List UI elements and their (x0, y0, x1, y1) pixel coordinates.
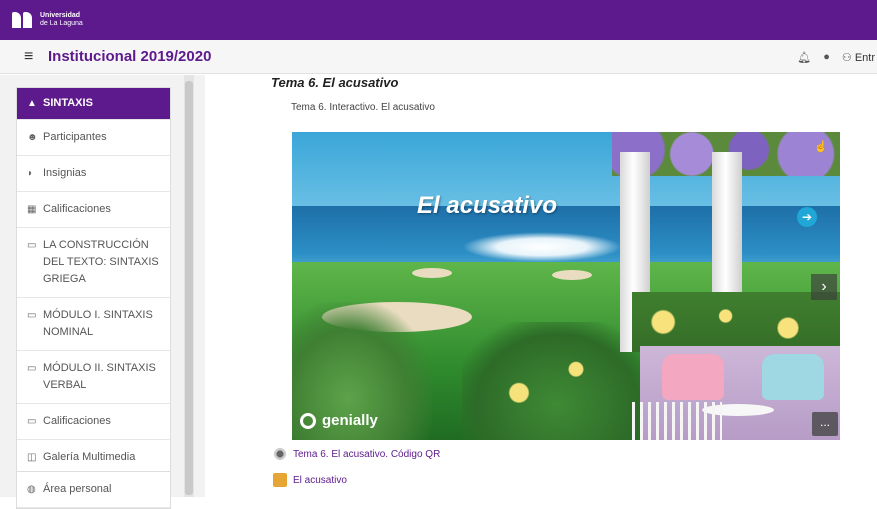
course-drawer: ▲ SINTAXIS ☻ Participantes ◗ Insignias ▦… (0, 75, 205, 509)
sidebar-item-area-personal[interactable]: ◍ Área personal (17, 472, 170, 508)
users-icon: ⚇ (841, 51, 852, 64)
folder-icon: ▭ (27, 310, 37, 321)
sidebar-item-label: SINTAXIS (43, 97, 93, 109)
embed-bunker (552, 270, 592, 280)
resource-label: Tema 6. El acusativo. Código QR (293, 448, 441, 460)
qr-resource-icon (273, 447, 287, 461)
section-title: Tema 6. El acusativo (271, 75, 399, 90)
user-menu-label: Entr (854, 51, 875, 64)
sidebar-item-label: Galería Multimedia (43, 451, 136, 463)
genially-embed[interactable]: El acusativo ➔ › ☝ ... genially (292, 132, 840, 440)
users-icon: ☻ (27, 132, 38, 143)
more-options-button[interactable]: ... (812, 412, 838, 436)
bell-icon[interactable]: 🔔︎ (797, 51, 811, 64)
sidebar-item-construccion[interactable]: ▭ LA CONSTRUCCIÓN DEL TEXTO: SINTAXIS GR… (17, 228, 170, 298)
sidebar-item-label: MÓDULO I. SINTAXIS NOMINAL (43, 309, 153, 338)
university-name-line1: Universidad (40, 12, 81, 19)
folder-icon: ▭ (27, 416, 37, 427)
sidebar-item-label: Participantes (43, 131, 107, 143)
embed-bunker (412, 268, 452, 278)
resource-link-qr[interactable]: Tema 6. El acusativo. Código QR (273, 447, 440, 461)
genially-icon (300, 412, 316, 429)
next-arrow-icon[interactable]: ➔ (797, 207, 817, 227)
university-logo-icon[interactable] (12, 12, 34, 28)
scrollbar-thumb[interactable] (185, 81, 193, 495)
site-title[interactable]: Institucional 2019/2020 (48, 48, 211, 65)
sidebar-item-label: Área personal (43, 483, 112, 495)
university-name[interactable]: Universidad de La Laguna (40, 12, 83, 28)
sidebar-item-calificaciones[interactable]: ▦ Calificaciones (17, 192, 170, 228)
chat-icon[interactable]: ● (823, 51, 830, 63)
hand-pointer-icon: ☝ (814, 141, 828, 153)
sidebar-item-label: Insignias (43, 167, 87, 179)
user-menu[interactable]: ⚇ Entr (842, 51, 875, 64)
embed-roses (632, 292, 840, 352)
book-resource-icon (273, 473, 287, 487)
graduation-cap-icon: ▲ (27, 98, 37, 109)
top-brand-bar: Universidad de La Laguna (0, 0, 877, 40)
navbar: ≡ Institucional 2019/2020 🔔︎ ● ⚇ Entr (0, 40, 877, 74)
sidebar-item-calificaciones-folder[interactable]: ▭ Calificaciones (17, 404, 170, 440)
table-icon: ▦ (27, 204, 37, 215)
sidebar-item-label: Calificaciones (43, 415, 111, 427)
university-name-line2: de La Laguna (40, 20, 83, 27)
section-subtitle: Tema 6. Interactivo. El acusativo (291, 102, 435, 113)
resource-label: El acusativo (293, 474, 347, 486)
resource-link-book[interactable]: El acusativo (273, 473, 347, 487)
embed-pergola (612, 132, 840, 440)
sidebar-item-label: Calificaciones (43, 203, 111, 215)
genially-logo[interactable]: genially (300, 412, 378, 429)
sidebar-item-sintaxis[interactable]: ▲ SINTAXIS (17, 88, 170, 120)
drawer-scrollbar[interactable] (184, 75, 194, 497)
sidebar-item-label: LA CONSTRUCCIÓN DEL TEXTO: SINTAXIS GRIE… (43, 239, 159, 285)
folder-icon: ▭ (27, 363, 37, 374)
sidebar-item-insignias[interactable]: ◗ Insignias (17, 156, 170, 192)
dashboard-icon: ◍ (27, 484, 36, 495)
embed-pink-chair (662, 354, 724, 400)
embed-title: El acusativo (417, 192, 558, 219)
shield-icon: ◗ (27, 168, 34, 179)
main-content: Tema 6. El acusativo Tema 6. Interactivo… (205, 75, 877, 497)
sidebar-item-participantes[interactable]: ☻ Participantes (17, 120, 170, 156)
sidebar-item-modulo-2[interactable]: ▭ MÓDULO II. SINTAXIS VERBAL (17, 351, 170, 404)
course-menu: ▲ SINTAXIS ☻ Participantes ◗ Insignias ▦… (16, 87, 171, 477)
menu-toggle-icon[interactable]: ≡ (24, 48, 38, 64)
chevron-right-icon[interactable]: › (811, 274, 837, 300)
sidebar-item-label: MÓDULO II. SINTAXIS VERBAL (43, 362, 156, 391)
folder-icon: ▭ (27, 240, 37, 251)
embed-surf (462, 232, 622, 262)
genially-wordmark: genially (322, 412, 378, 429)
navbar-right: 🔔︎ ● ⚇ Entr (797, 40, 877, 74)
embed-blue-chair (762, 354, 824, 400)
personal-menu: ◍ Área personal (16, 471, 171, 509)
embed-railing (632, 402, 722, 440)
sidebar-item-modulo-1[interactable]: ▭ MÓDULO I. SINTAXIS NOMINAL (17, 298, 170, 351)
gallery-icon: ◫ (27, 452, 37, 463)
